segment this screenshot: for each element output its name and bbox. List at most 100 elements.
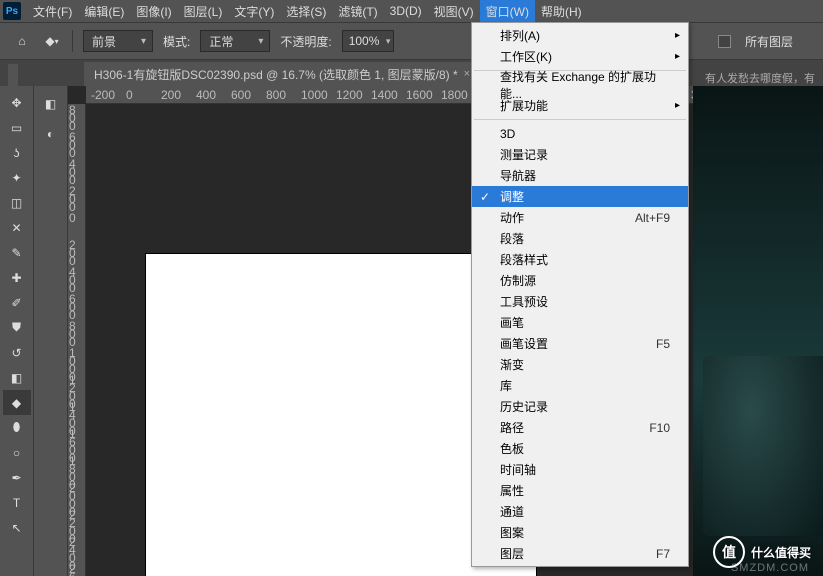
ruler-tick: 400 (69, 160, 85, 184)
menu-item-画笔设置[interactable]: 画笔设置 F5 (472, 333, 688, 354)
menu-item-排列(A)[interactable]: 排列(A) (472, 25, 688, 46)
blur-icon[interactable]: ⬮ (3, 415, 31, 440)
ruler-tick: 800 (69, 322, 85, 346)
menu-shortcut: F5 (656, 337, 670, 351)
menu-item-时间轴[interactable]: 时间轴 (472, 459, 688, 480)
menu-item-label: 排列(A) (500, 27, 540, 44)
menu-item-仿制源[interactable]: 仿制源 (472, 270, 688, 291)
menu-选择[interactable]: 选择(S) (280, 0, 332, 22)
menu-item-label: 时间轴 (500, 461, 536, 478)
ruler-tick: 0 (126, 88, 133, 102)
ruler-tick: 600 (69, 295, 85, 319)
ruler-tick: 1800 (441, 88, 468, 102)
frame-icon[interactable]: ✕ (3, 215, 31, 240)
menu-图层[interactable]: 图层(L) (178, 0, 229, 22)
foreground-select[interactable]: 前景 (83, 30, 153, 52)
menu-文件[interactable]: 文件(F) (27, 0, 78, 22)
menu-item-扩展功能[interactable]: 扩展功能 (472, 95, 688, 116)
menu-item-历史记录[interactable]: 历史记录 (472, 396, 688, 417)
menu-3d[interactable]: 3D(D) (384, 0, 428, 22)
menu-图像[interactable]: 图像(I) (130, 0, 177, 22)
lasso-icon[interactable]: ʖ (3, 140, 31, 165)
menu-item-路径[interactable]: 路径F10 (472, 417, 688, 438)
menu-item-通道[interactable]: 通道 (472, 501, 688, 522)
move-icon[interactable]: ✥ (3, 90, 31, 115)
home-icon[interactable]: ⌂ (12, 31, 32, 51)
menu-item-label: 动作 (500, 209, 524, 226)
menu-item-测量记录[interactable]: 测量记录 (472, 144, 688, 165)
menu-shortcut: F7 (656, 547, 670, 561)
menu-item-label: 画笔 (500, 314, 524, 331)
ruler-tick: 400 (196, 88, 216, 102)
eraser-icon[interactable]: ◧ (3, 365, 31, 390)
app-logo: Ps (3, 2, 21, 20)
history-brush-icon[interactable]: ↺ (3, 340, 31, 365)
bucket-icon[interactable]: ◆ (3, 390, 31, 415)
color-wheel-icon[interactable]: ◐ (39, 122, 63, 146)
right-content (693, 86, 823, 576)
ruler-tick: 1600 (406, 88, 433, 102)
menu-编辑[interactable]: 编辑(E) (78, 0, 130, 22)
menu-item-label: 仿制源 (500, 272, 536, 289)
menu-item-动作[interactable]: 动作 Alt+F9 (472, 207, 688, 228)
healing-icon[interactable]: ✚ (3, 265, 31, 290)
check-icon: ✓ (480, 190, 490, 204)
menubar: Ps 文件(F)编辑(E)图像(I)图层(L)文字(Y)选择(S)滤镜(T)3D… (0, 0, 823, 22)
menu-item-工作区(K)[interactable]: 工作区(K) (472, 46, 688, 67)
menu-item-label: 图案 (500, 524, 524, 541)
menu-item-3D[interactable]: 3D (472, 123, 688, 144)
menu-item-段落样式[interactable]: 段落样式 (472, 249, 688, 270)
ruler-tick: 0 (69, 214, 85, 222)
menu-帮助[interactable]: 帮助(H) (535, 0, 588, 22)
menu-item-属性[interactable]: 属性 (472, 480, 688, 501)
panel-collapse-handle[interactable] (8, 64, 18, 86)
mode-select[interactable]: 正常 (200, 30, 270, 52)
menu-item-渐变[interactable]: 渐变 (472, 354, 688, 375)
menu-item-画笔[interactable]: 画笔 (472, 312, 688, 333)
pen-icon[interactable]: ✒ (3, 465, 31, 490)
vertical-ruler[interactable]: 8006004002000200400600800100012001400160… (68, 104, 86, 576)
document-title: H306-1有旋钮版DSC02390.psd @ 16.7% (选取颜色 1, … (94, 66, 458, 83)
menu-item-图案[interactable]: 图案 (472, 522, 688, 543)
document-tab[interactable]: H306-1有旋钮版DSC02390.psd @ 16.7% (选取颜色 1, … (84, 62, 480, 86)
menu-item-库[interactable]: 库 (472, 375, 688, 396)
brush-icon[interactable]: ✐ (3, 290, 31, 315)
magic-wand-icon[interactable]: ✦ (3, 165, 31, 190)
bucket-icon[interactable]: ◆▾ (42, 31, 62, 51)
menu-item-label: 段落 (500, 230, 524, 247)
menu-文字[interactable]: 文字(Y) (228, 0, 280, 22)
type-icon[interactable]: T (3, 490, 31, 515)
menu-item-工具预设[interactable]: 工具预设 (472, 291, 688, 312)
menu-item-label: 画笔设置 (500, 335, 548, 352)
marquee-icon[interactable]: ▭ (3, 115, 31, 140)
menu-滤镜[interactable]: 滤镜(T) (332, 0, 383, 22)
clone-stamp-icon[interactable]: ⛊ (3, 315, 31, 340)
opacity-input[interactable]: 100% (342, 30, 395, 52)
dodge-icon[interactable]: ○ (3, 440, 31, 465)
swatch-icon[interactable]: ◧ (39, 92, 63, 116)
menu-item-导航器[interactable]: 导航器 (472, 165, 688, 186)
eyedropper-icon[interactable]: ✎ (3, 240, 31, 265)
mode-label: 模式: (163, 33, 190, 50)
watermark: 值 什么值得买 (713, 536, 811, 568)
ruler-tick: 800 (69, 106, 85, 130)
menu-item-调整[interactable]: ✓ 调整 (472, 186, 688, 207)
menu-item-label: 路径 (500, 419, 524, 436)
menu-视图[interactable]: 视图(V) (428, 0, 480, 22)
menu-item-段落[interactable]: 段落 (472, 228, 688, 249)
menu-shortcut: Alt+F9 (635, 211, 670, 225)
close-icon[interactable]: × (464, 68, 470, 80)
crop-icon[interactable]: ◫ (3, 190, 31, 215)
ruler-tick: 200 (161, 88, 181, 102)
toolbox: ✥▭ʖ✦◫✕✎✚✐⛊↺◧◆⬮○✒T↖ (0, 86, 34, 576)
menu-item-label: 图层 (500, 545, 524, 562)
menu-窗口[interactable]: 窗口(W) (480, 0, 535, 22)
all-layers-checkbox[interactable] (718, 35, 731, 48)
menu-item-查找有关 Exchange 的扩展功能...[interactable]: 查找有关 Exchange 的扩展功能... (472, 74, 688, 95)
opacity-label: 不透明度: (280, 33, 331, 50)
menu-item-图层[interactable]: 图层 F7 (472, 543, 688, 564)
menu-item-label: 调整 (500, 188, 524, 205)
tab-overflow-text: 有人发愁去哪度假，有 (705, 70, 815, 86)
menu-item-色板[interactable]: 色板 (472, 438, 688, 459)
path-select-icon[interactable]: ↖ (3, 515, 31, 540)
